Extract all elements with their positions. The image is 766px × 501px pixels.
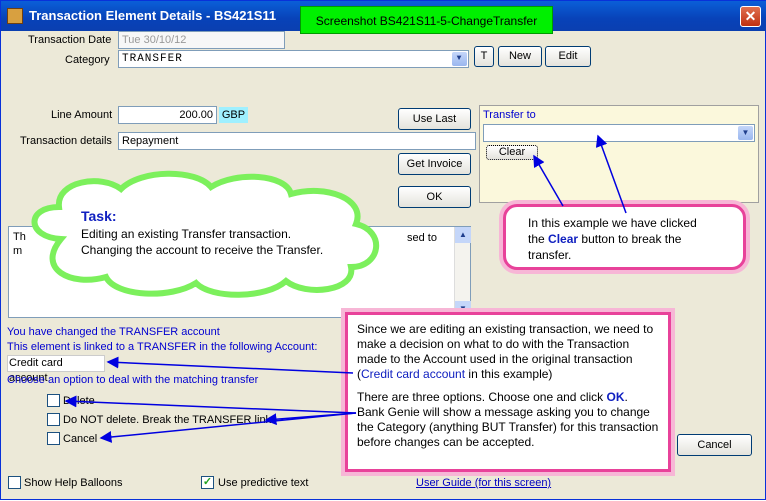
user-guide-link[interactable]: User Guide (for this screen) <box>416 477 551 489</box>
arrow-to-account <box>106 356 354 374</box>
help-balloons-checkbox[interactable] <box>8 476 21 489</box>
arrow-to-break-link <box>264 412 357 426</box>
clear-callout: In this example we have clicked the Clea… <box>503 204 746 270</box>
chevron-down-icon[interactable]: ▼ <box>452 52 467 66</box>
details-field[interactable]: Repayment <box>118 132 476 150</box>
edit-button[interactable]: Edit <box>545 46 591 67</box>
task-title: Task: <box>81 208 117 224</box>
transfer-select[interactable]: ▼ <box>483 124 755 142</box>
date-label: Transaction Date <box>28 34 112 46</box>
notice-line3: Choose an option to deal with the matchi… <box>7 374 259 386</box>
linked-account: Credit card account <box>7 355 105 384</box>
predictive-checkbox[interactable]: ✓ <box>201 476 214 489</box>
details-label: Transaction details <box>20 135 112 147</box>
options-p1-link: Credit card account <box>361 367 466 381</box>
break-link-checkbox[interactable] <box>47 413 60 426</box>
new-button[interactable]: New <box>498 46 542 67</box>
category-value: TRANSFER <box>122 53 183 65</box>
options-paragraph-2: There are three options. Choose one and … <box>357 390 659 405</box>
notice-line2: This element is linked to a TRANSFER in … <box>7 341 318 353</box>
delete-option-label: Delete <box>63 395 95 407</box>
options-paragraph-3: Bank Genie will show a message asking yo… <box>357 405 659 449</box>
currency-badge: GBP <box>219 107 248 123</box>
break-link-option-label: Do NOT delete. Break the TRANSFER link <box>63 414 272 426</box>
memo-text-end: sed to <box>407 232 437 244</box>
transfer-label: Transfer to <box>483 109 536 121</box>
use-last-button[interactable]: Use Last <box>398 108 471 130</box>
arrow-to-delete <box>64 395 357 414</box>
clear-note-the: the <box>528 232 545 246</box>
clear-note-highlight: Clear <box>548 232 579 246</box>
amount-label: Line Amount <box>51 109 113 121</box>
predictive-label: Use predictive text <box>218 477 309 489</box>
amount-field[interactable]: 200.00 <box>118 106 217 124</box>
options-p2-text: There are three options. Choose one and … <box>357 390 607 404</box>
clear-note-line2: the Clear button to break the <box>528 231 743 247</box>
transfer-panel: Transfer to ▼ Clear <box>479 105 759 203</box>
options-p2-end: . <box>624 390 628 404</box>
screenshot-banner: Screenshot BS421S11-5-ChangeTransfer <box>300 6 553 34</box>
memo-scrollbar[interactable]: ▲ ▼ <box>454 227 471 317</box>
app-icon <box>7 8 23 24</box>
cancel-option-label: Cancel <box>63 433 98 445</box>
t-button[interactable]: T <box>474 46 494 67</box>
task-line2: Changing the account to receive the Tran… <box>81 243 324 257</box>
chevron-down-icon[interactable]: ▼ <box>738 126 753 140</box>
cancel-button[interactable]: Cancel <box>677 434 752 456</box>
close-button[interactable]: ✕ <box>740 6 761 27</box>
options-p1-end: in this example) <box>465 367 553 381</box>
delete-checkbox[interactable] <box>47 394 60 407</box>
ok-button[interactable]: OK <box>398 186 471 208</box>
category-label: Category <box>65 54 110 66</box>
get-invoice-button[interactable]: Get Invoice <box>398 153 471 175</box>
window-title: Transaction Element Details - BS421S11 <box>29 8 277 23</box>
options-callout: Since we are editing an existing transac… <box>345 312 671 472</box>
scroll-up-icon[interactable]: ▲ <box>455 227 471 243</box>
options-p2-ok: OK <box>606 390 625 404</box>
help-balloons-label: Show Help Balloons <box>24 477 123 489</box>
clear-note-line3: transfer. <box>528 248 572 262</box>
task-line1: Editing an existing Transfer transaction… <box>81 227 292 241</box>
notice-line1: You have changed the TRANSFER account <box>7 326 220 338</box>
clear-note-rest: button to break the <box>581 232 682 246</box>
options-paragraph-1: Since we are editing an existing transac… <box>357 322 659 382</box>
clear-note-line1: In this example we have clicked <box>528 216 697 230</box>
clear-button[interactable]: Clear <box>486 145 538 160</box>
dialog-window: Transaction Element Details - BS421S11 ✕… <box>0 0 766 500</box>
date-field[interactable]: Tue 30/10/12 <box>118 31 285 49</box>
category-select[interactable]: TRANSFER ▼ <box>118 50 469 68</box>
cancel-checkbox[interactable] <box>47 432 60 445</box>
